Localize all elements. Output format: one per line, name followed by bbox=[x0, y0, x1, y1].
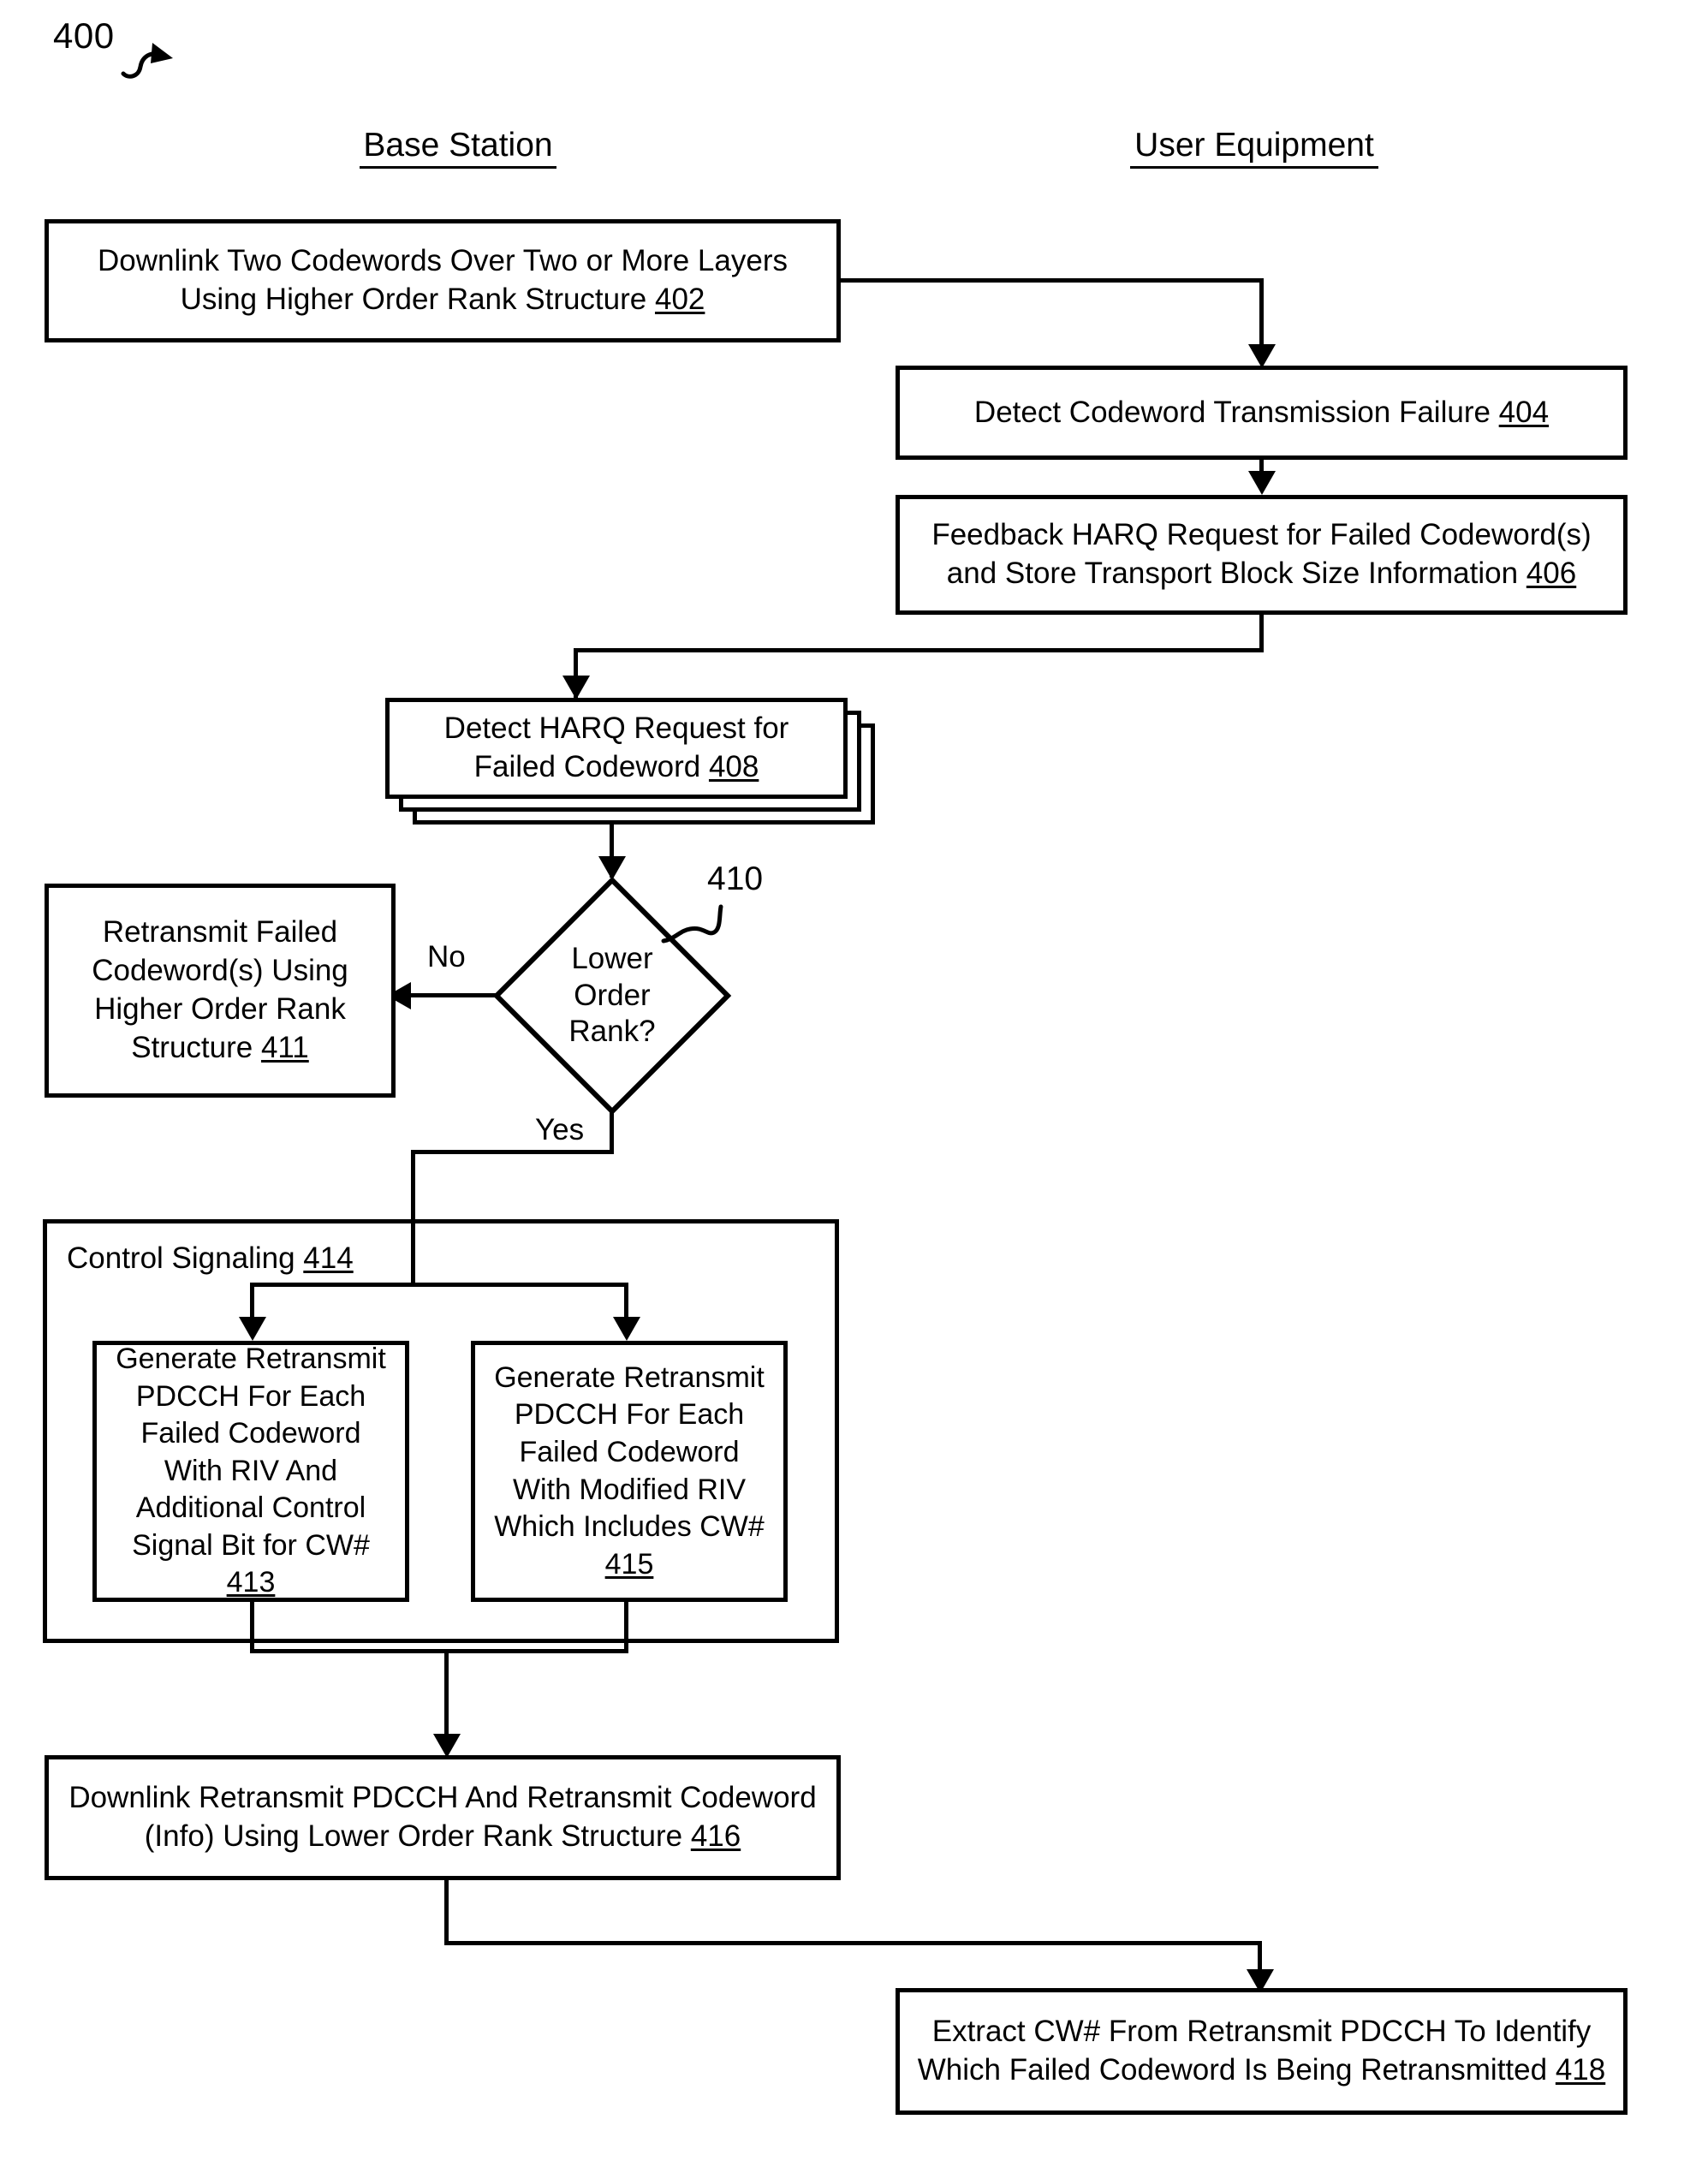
process-box-404[interactable]: Detect Codeword Transmission Failure 404 bbox=[896, 366, 1628, 460]
process-box-402-line-2: Using Higher Order Rank Structure bbox=[180, 283, 647, 316]
connector-415-merge-vertical bbox=[624, 1602, 628, 1653]
process-box-418[interactable]: Extract CW# From Retransmit PDCCH To Ide… bbox=[896, 1988, 1628, 2115]
process-box-416-line-2: (Info) Using Lower Order Rank Structure bbox=[144, 1819, 683, 1853]
reference-number-410: 410 bbox=[707, 860, 764, 897]
connector-402-404-vertical bbox=[1259, 278, 1264, 350]
arrow-into-406-icon bbox=[1248, 471, 1276, 495]
process-box-416-line-1: Downlink Retransmit PDCCH And Retransmit… bbox=[68, 1781, 817, 1815]
process-box-404-line-1: Detect Codeword Transmission Failure bbox=[973, 395, 1491, 429]
process-box-406-line-1: Feedback HARQ Request for Failed Codewor… bbox=[931, 518, 1592, 552]
process-box-413-line-3: Failed Codeword bbox=[140, 1417, 361, 1450]
group-box-414-label: Control Signaling 414 bbox=[67, 1241, 354, 1276]
process-box-415-line-1: Generate Retransmit bbox=[494, 1360, 765, 1394]
process-box-415-line-5: Which Includes CW# bbox=[494, 1510, 765, 1544]
group-box-414-label-text: Control Signaling bbox=[67, 1241, 295, 1275]
process-box-402[interactable]: Downlink Two Codewords Over Two or More … bbox=[45, 219, 841, 342]
connector-416-418-vertical-a bbox=[444, 1880, 449, 1945]
process-box-408-ref: 408 bbox=[708, 750, 759, 783]
connector-410-414-horizontal bbox=[411, 1150, 614, 1154]
leader-line-410-icon bbox=[661, 903, 747, 946]
arrow-into-408-icon bbox=[562, 676, 590, 700]
process-box-413-line-1: Generate Retransmit bbox=[116, 1342, 386, 1376]
process-box-406[interactable]: Feedback HARQ Request for Failed Codewor… bbox=[896, 495, 1628, 615]
process-box-415-line-4: With Modified RIV bbox=[512, 1473, 747, 1506]
group-box-414-ref: 414 bbox=[303, 1241, 354, 1275]
connector-402-404-horizontal bbox=[841, 278, 1264, 283]
process-box-413-line-6: Signal Bit for CW# bbox=[132, 1528, 370, 1562]
connector-merge-horizontal bbox=[250, 1649, 628, 1653]
connector-413-merge-vertical bbox=[250, 1602, 254, 1653]
figure-canvas: 400 Base Station User Equipment Downlink… bbox=[0, 0, 1708, 2173]
process-box-415-ref: 415 bbox=[604, 1547, 654, 1581]
process-box-415-line-3: Failed Codeword bbox=[519, 1435, 740, 1468]
process-box-411-line-2: Codeword(s) Using bbox=[92, 954, 348, 988]
process-box-415[interactable]: Generate Retransmit PDCCH For Each Faile… bbox=[471, 1341, 788, 1602]
arrow-into-415-icon bbox=[613, 1317, 640, 1341]
process-box-413-line-4: With RIV And bbox=[164, 1454, 338, 1487]
process-box-418-ref: 418 bbox=[1555, 2053, 1606, 2087]
process-box-416[interactable]: Downlink Retransmit PDCCH And Retransmit… bbox=[45, 1755, 841, 1880]
process-box-413-line-5: Additional Control bbox=[135, 1491, 366, 1525]
process-box-404-ref: 404 bbox=[1498, 395, 1550, 429]
connector-406-408-vertical-a bbox=[1259, 615, 1264, 651]
process-box-408[interactable]: Detect HARQ Request for Failed Codeword … bbox=[385, 698, 848, 799]
process-box-408-line-2: Failed Codeword bbox=[473, 750, 701, 783]
process-box-411-line-3: Higher Order Rank bbox=[94, 992, 346, 1026]
process-box-411-ref: 411 bbox=[260, 1030, 309, 1064]
arrow-into-416-icon bbox=[433, 1734, 461, 1758]
process-box-402-line-1: Downlink Two Codewords Over Two or More … bbox=[98, 244, 788, 278]
process-box-413-line-2: PDCCH For Each bbox=[135, 1379, 366, 1413]
process-box-413[interactable]: Generate Retransmit PDCCH For Each Faile… bbox=[92, 1341, 409, 1602]
edge-label-no: No bbox=[425, 940, 468, 974]
column-header-base-station: Base Station bbox=[360, 128, 556, 169]
process-box-413-ref: 413 bbox=[226, 1566, 276, 1599]
arrow-into-413-icon bbox=[239, 1317, 266, 1341]
connector-406-408-horizontal bbox=[574, 648, 1264, 652]
process-box-415-line-2: PDCCH For Each bbox=[514, 1398, 745, 1432]
connector-410-411-horizontal bbox=[399, 993, 497, 997]
edge-label-yes: Yes bbox=[533, 1113, 587, 1147]
curved-arrow-icon bbox=[120, 41, 197, 80]
process-box-406-line-2: and Store Transport Block Size Informati… bbox=[946, 557, 1519, 590]
process-box-411-line-1: Retransmit Failed bbox=[102, 915, 338, 950]
connector-416-418-horizontal bbox=[444, 1941, 1262, 1945]
connector-414-split-horizontal bbox=[250, 1283, 628, 1287]
arrow-into-404-icon bbox=[1248, 344, 1276, 368]
connector-410-414-vertical-a bbox=[610, 1111, 614, 1154]
process-box-418-line-2: Which Failed Codeword Is Being Retransmi… bbox=[917, 2053, 1548, 2087]
process-box-411-line-4: Structure bbox=[131, 1030, 253, 1064]
figure-number: 400 bbox=[53, 15, 115, 56]
process-box-411[interactable]: Retransmit Failed Codeword(s) Using High… bbox=[45, 884, 396, 1098]
process-box-406-ref: 406 bbox=[1526, 557, 1577, 590]
process-box-416-ref: 416 bbox=[690, 1819, 741, 1853]
process-box-408-line-1: Detect HARQ Request for bbox=[443, 711, 789, 746]
process-box-402-ref: 402 bbox=[654, 283, 705, 316]
column-header-user-equipment: User Equipment bbox=[1130, 128, 1378, 169]
process-box-418-line-1: Extract CW# From Retransmit PDCCH To Ide… bbox=[931, 2015, 1592, 2049]
